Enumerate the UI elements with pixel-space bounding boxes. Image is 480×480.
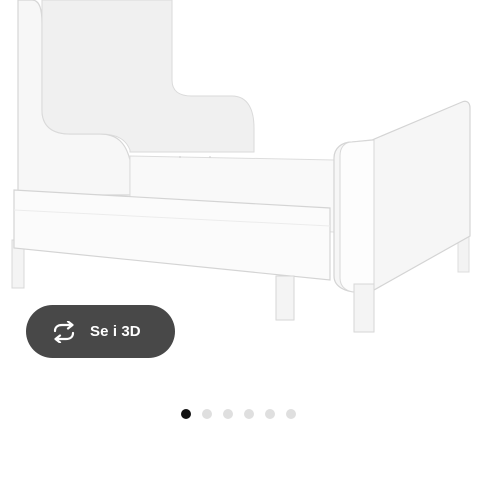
carousel-dot-5[interactable]	[265, 409, 275, 419]
rotate-3d-icon	[50, 320, 78, 343]
carousel-dot-6[interactable]	[286, 409, 296, 419]
view-in-3d-label: Se i 3D	[90, 323, 141, 340]
carousel-dot-3[interactable]	[223, 409, 233, 419]
carousel-pagination	[181, 409, 296, 419]
view-in-3d-button[interactable]: Se i 3D	[26, 305, 175, 358]
carousel-dot-4[interactable]	[244, 409, 254, 419]
carousel-dot-1[interactable]	[181, 409, 191, 419]
carousel-dot-2[interactable]	[202, 409, 212, 419]
